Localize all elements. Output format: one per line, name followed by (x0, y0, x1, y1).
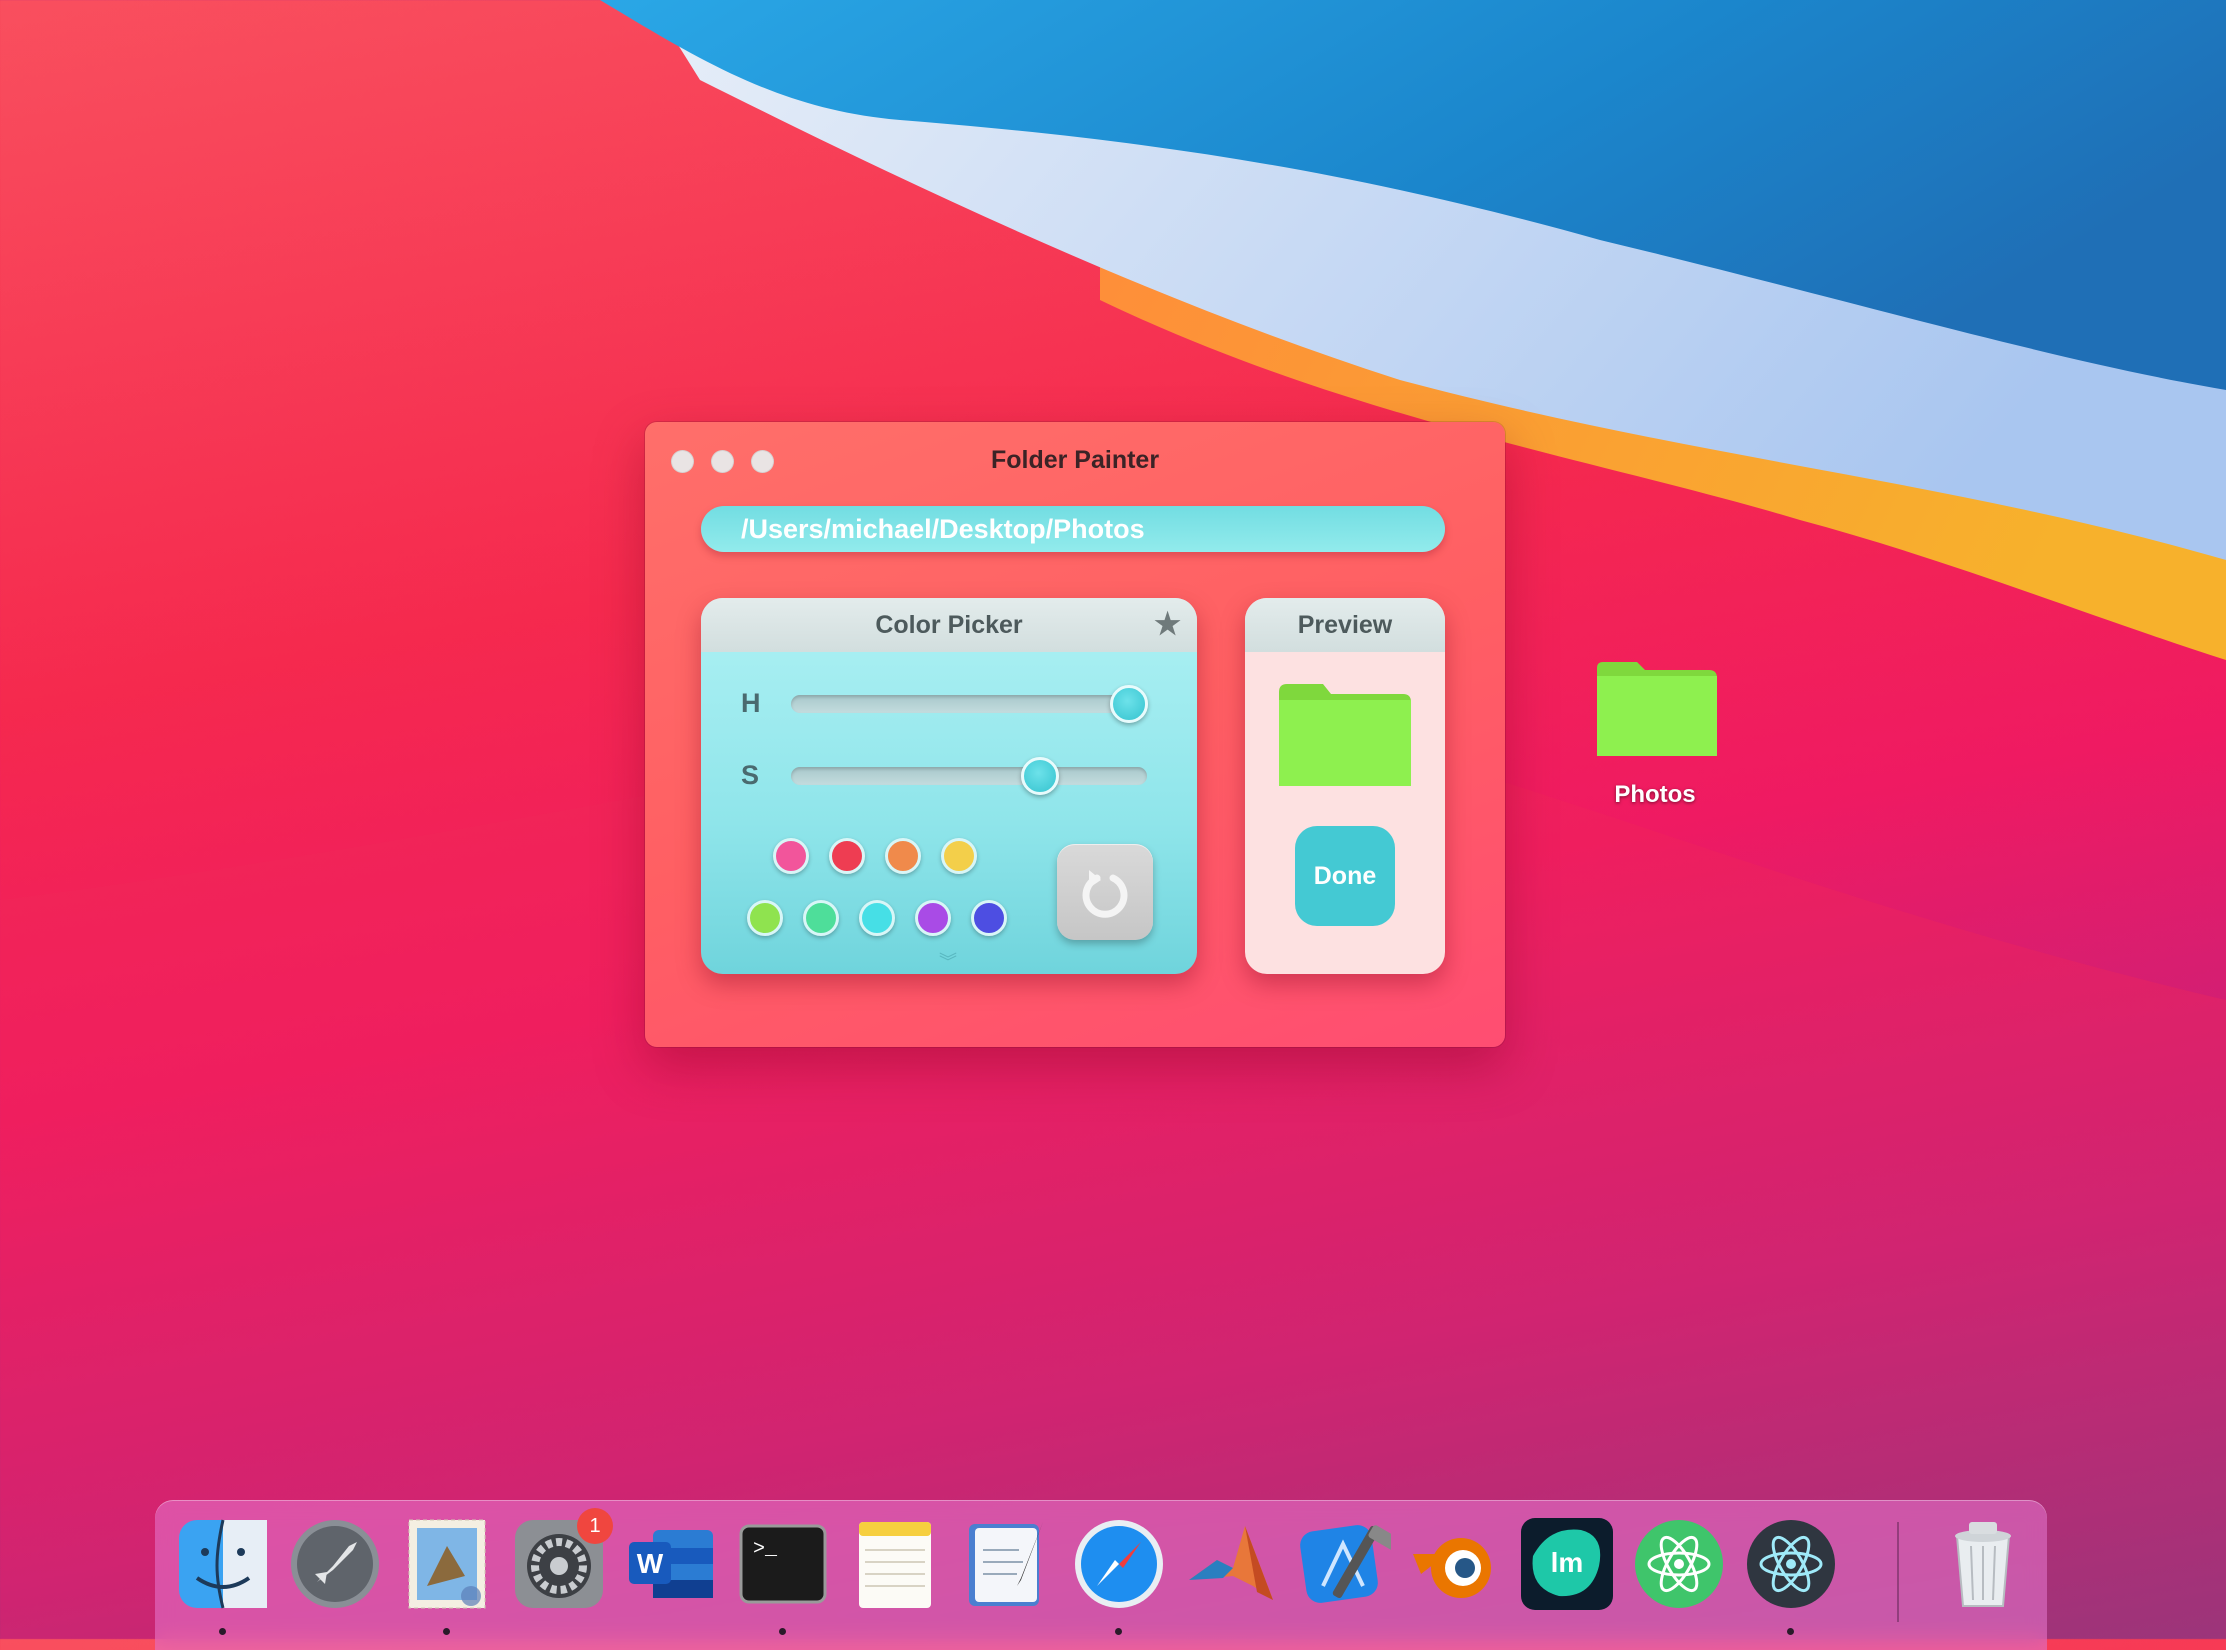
star-icon[interactable]: ★ (1154, 598, 1181, 652)
electron-icon[interactable] (1743, 1516, 1839, 1612)
preview-header: Preview (1245, 598, 1445, 652)
lm-app-icon[interactable]: lm (1519, 1516, 1615, 1612)
window-title: Folder Painter (990, 446, 1160, 474)
safari-icon[interactable] (1071, 1516, 1167, 1612)
microsoft-word-icon[interactable]: W (623, 1516, 719, 1612)
color-swatch[interactable] (829, 838, 865, 874)
saturation-label: S (741, 760, 760, 790)
color-swatch[interactable] (941, 838, 977, 874)
terminal-icon[interactable]: >_ (735, 1516, 831, 1612)
preview-title: Preview (1297, 611, 1393, 639)
mail-icon[interactable] (399, 1516, 495, 1612)
blender-icon[interactable] (1407, 1516, 1503, 1612)
color-swatch[interactable] (747, 900, 783, 936)
color-swatch[interactable] (885, 838, 921, 874)
notification-badge: 1 (577, 1508, 613, 1544)
running-indicator (219, 1628, 226, 1635)
done-button[interactable]: Done (1295, 826, 1395, 926)
svg-text:W: W (637, 1548, 664, 1579)
reset-icon (1082, 870, 1128, 918)
folder-icon (1597, 662, 1717, 756)
folder-painter-window: Folder Painter /Users/michael/Desktop/Ph… (645, 422, 1505, 1047)
trash-icon[interactable] (1935, 1516, 2031, 1612)
reset-button[interactable] (1057, 844, 1153, 940)
color-swatch[interactable] (859, 900, 895, 936)
color-picker-panel: Color Picker ★ H S ︾ (701, 598, 1197, 974)
color-swatch[interactable] (915, 900, 951, 936)
desktop-folder[interactable]: Photos (1590, 660, 1720, 809)
atom-icon[interactable] (1631, 1516, 1727, 1612)
chevron-down-icon[interactable]: ︾ (939, 948, 957, 974)
matlab-icon[interactable] (1183, 1516, 1279, 1612)
hue-label: H (741, 688, 761, 718)
desktop-folder-label: Photos (1614, 781, 1696, 808)
folder-path-field[interactable]: /Users/michael/Desktop/Photos (701, 506, 1445, 552)
textedit-icon[interactable] (959, 1516, 1055, 1612)
preview-folder-icon (1279, 684, 1411, 786)
system-preferences-icon[interactable]: 1 (511, 1508, 613, 1612)
running-indicator (779, 1628, 786, 1635)
color-swatch[interactable] (803, 900, 839, 936)
saturation-slider[interactable] (791, 757, 1147, 795)
preview-panel: Preview Done (1245, 598, 1445, 974)
xcode-icon[interactable] (1295, 1516, 1400, 1612)
svg-text:lm: lm (1551, 1547, 1584, 1578)
running-indicator (1787, 1628, 1794, 1635)
running-indicator (1115, 1628, 1122, 1635)
hue-slider[interactable] (791, 685, 1149, 723)
color-swatch[interactable] (773, 838, 809, 874)
dock-separator (1897, 1522, 1899, 1622)
saturation-slider-thumb[interactable] (1021, 757, 1060, 795)
notes-icon[interactable] (847, 1516, 943, 1612)
dock: 1 W >_ lm (155, 1500, 2047, 1650)
color-swatch[interactable] (971, 900, 1007, 936)
launchpad-icon[interactable] (287, 1516, 383, 1612)
running-indicator (443, 1628, 450, 1635)
hue-slider-thumb[interactable] (1110, 685, 1149, 723)
color-picker-title: Color Picker (875, 611, 1023, 639)
svg-text:>_: >_ (753, 1538, 778, 1561)
color-picker-header: Color Picker ★ (701, 598, 1197, 652)
finder-icon[interactable] (175, 1516, 271, 1612)
